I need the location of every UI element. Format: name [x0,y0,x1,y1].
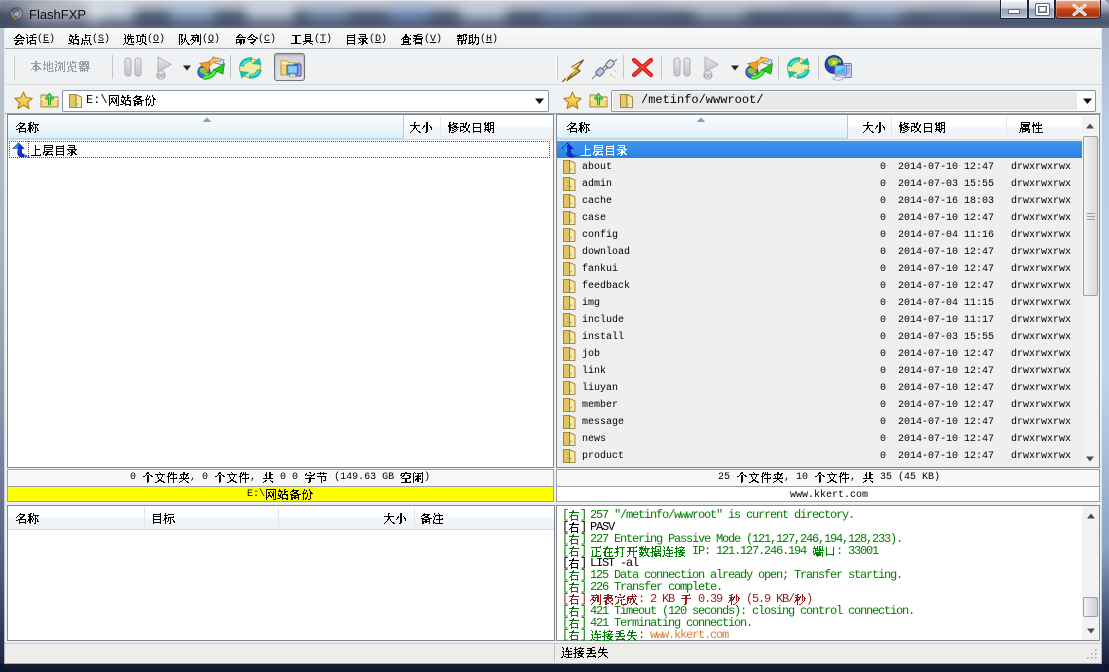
svg-text:GO: GO [157,73,165,79]
svg-text:GO: GO [704,73,712,79]
